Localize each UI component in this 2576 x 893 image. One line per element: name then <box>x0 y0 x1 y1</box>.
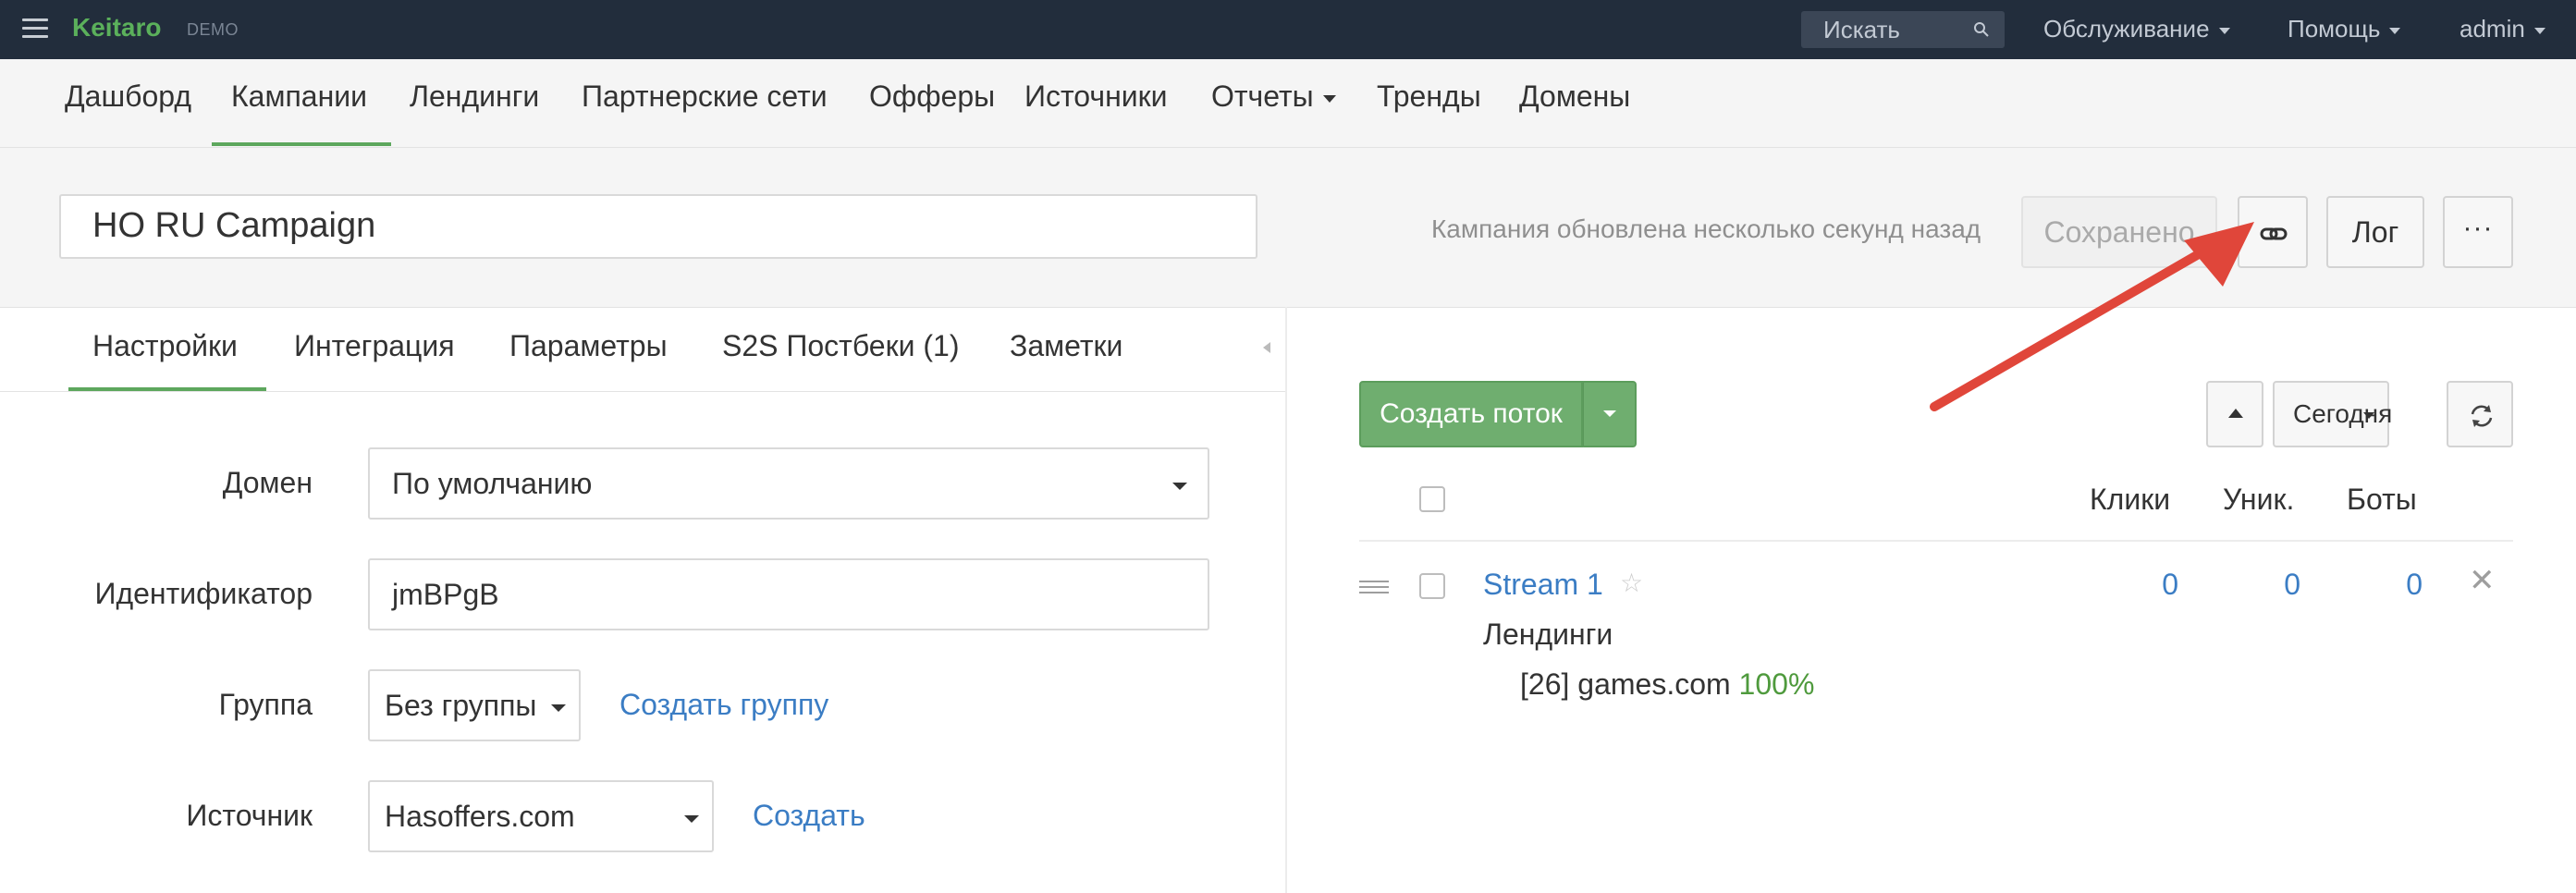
column-header-clicks[interactable]: Клики <box>2090 483 2170 517</box>
search-icon <box>1974 22 1989 37</box>
group-label: Группа <box>218 688 313 721</box>
stream-name-link[interactable]: Stream 1 <box>1483 568 1603 602</box>
nav-active-indicator <box>212 142 391 146</box>
identifier-label: Идентификатор <box>94 577 313 610</box>
source-label: Источник <box>186 799 313 832</box>
nav-sources[interactable]: Источники <box>1024 80 1167 114</box>
chevron-down-icon <box>2363 412 2374 419</box>
nav-reports[interactable]: Отчеты <box>1211 80 1336 114</box>
log-button[interactable]: Лог <box>2326 196 2424 268</box>
search-input[interactable]: Искать <box>1801 11 2005 48</box>
chevron-down-icon <box>1603 410 1616 417</box>
source-select[interactable]: Hasoffers.com <box>368 780 714 852</box>
tabs-divider <box>0 391 1285 392</box>
nav-landings[interactable]: Лендинги <box>410 80 539 114</box>
link-icon <box>2260 227 2288 240</box>
group-select[interactable]: Без группы <box>368 669 581 741</box>
campaign-status-text: Кампания обновлена несколько секунд наза… <box>1431 214 1981 243</box>
brand-demo-label: DEMO <box>187 20 239 39</box>
stream-clicks-value[interactable]: 0 <box>2123 568 2178 602</box>
stream-landings-label: Лендинги <box>1483 618 1613 651</box>
tab-parameters[interactable]: Параметры <box>509 329 668 363</box>
tab-notes[interactable]: Заметки <box>1010 329 1122 363</box>
stream-bots-value[interactable]: 0 <box>2367 568 2423 602</box>
chevron-up-icon <box>2228 409 2243 418</box>
search-placeholder: Искать <box>1823 16 1900 43</box>
group-value: Без группы <box>385 689 537 722</box>
stream-row-checkbox[interactable] <box>1419 573 1445 599</box>
stream-unique-value[interactable]: 0 <box>2245 568 2300 602</box>
stream-lander-item: [26] games.com 100% <box>1520 667 1814 702</box>
chevron-down-icon <box>2218 27 2230 34</box>
refresh-icon <box>2471 405 2493 427</box>
collapse-panel-icon[interactable] <box>1263 342 1270 353</box>
create-stream-dropdown-button[interactable] <box>1583 381 1637 447</box>
nav-dashboard[interactable]: Дашборд <box>65 80 191 114</box>
nav-offers[interactable]: Офферы <box>869 80 995 114</box>
hamburger-menu-icon[interactable] <box>22 18 48 39</box>
brand-logo[interactable]: Keitaro <box>72 13 161 43</box>
domain-select[interactable]: По умолчанию <box>368 447 1209 520</box>
refresh-button[interactable] <box>2447 381 2513 447</box>
table-header-divider <box>1359 540 2513 542</box>
tab-settings[interactable]: Настройки <box>92 329 238 363</box>
domain-value: По умолчанию <box>392 467 593 500</box>
campaign-name-input[interactable]: HO RU Campaign <box>59 194 1257 259</box>
nav-affiliate-networks[interactable]: Партнерские сети <box>582 80 828 114</box>
chevron-down-icon <box>551 704 566 712</box>
date-range-value: Сегодня <box>2293 399 2393 428</box>
column-header-bots[interactable]: Боты <box>2347 483 2417 517</box>
menu-user[interactable]: admin <box>2459 15 2545 43</box>
chevron-down-icon <box>684 815 699 823</box>
column-header-unique[interactable]: Уник. <box>2223 483 2294 517</box>
chevron-down-icon <box>1172 483 1187 490</box>
delete-stream-icon[interactable]: ✕ <box>2469 562 2496 599</box>
tab-integration[interactable]: Интеграция <box>294 329 455 363</box>
domain-label: Домен <box>222 466 313 499</box>
menu-maintenance[interactable]: Обслуживание <box>2043 15 2230 43</box>
chevron-down-icon <box>2533 27 2545 34</box>
chevron-down-icon <box>2389 27 2401 34</box>
lander-weight: 100% <box>1738 667 1815 701</box>
menu-help[interactable]: Помощь <box>2288 15 2401 43</box>
chevron-down-icon <box>1322 94 1336 103</box>
campaign-link-button[interactable] <box>2238 196 2308 268</box>
identifier-input[interactable]: jmBPgB <box>368 558 1209 630</box>
create-group-link[interactable]: Создать группу <box>619 688 828 722</box>
tab-s2s-postbacks[interactable]: S2S Постбеки (1) <box>722 329 959 363</box>
select-all-checkbox[interactable] <box>1419 486 1445 512</box>
more-button[interactable]: ··· <box>2443 196 2513 268</box>
date-range-select[interactable]: Сегодня <box>2273 381 2393 447</box>
nav-trends[interactable]: Тренды <box>1377 80 1481 114</box>
saved-button[interactable]: Сохранено <box>2021 196 2217 268</box>
nav-domains[interactable]: Домены <box>1519 80 1630 114</box>
drag-handle-icon[interactable] <box>1359 581 1389 597</box>
create-stream-button[interactable]: Создать поток <box>1359 381 1583 447</box>
lander-name: [26] games.com <box>1520 667 1731 701</box>
source-value: Hasoffers.com <box>385 800 575 833</box>
star-icon[interactable]: ☆ <box>1620 568 1643 598</box>
create-source-link[interactable]: Создать <box>753 799 865 833</box>
collapse-streams-button[interactable] <box>2206 381 2263 447</box>
nav-campaigns[interactable]: Кампании <box>231 80 367 114</box>
